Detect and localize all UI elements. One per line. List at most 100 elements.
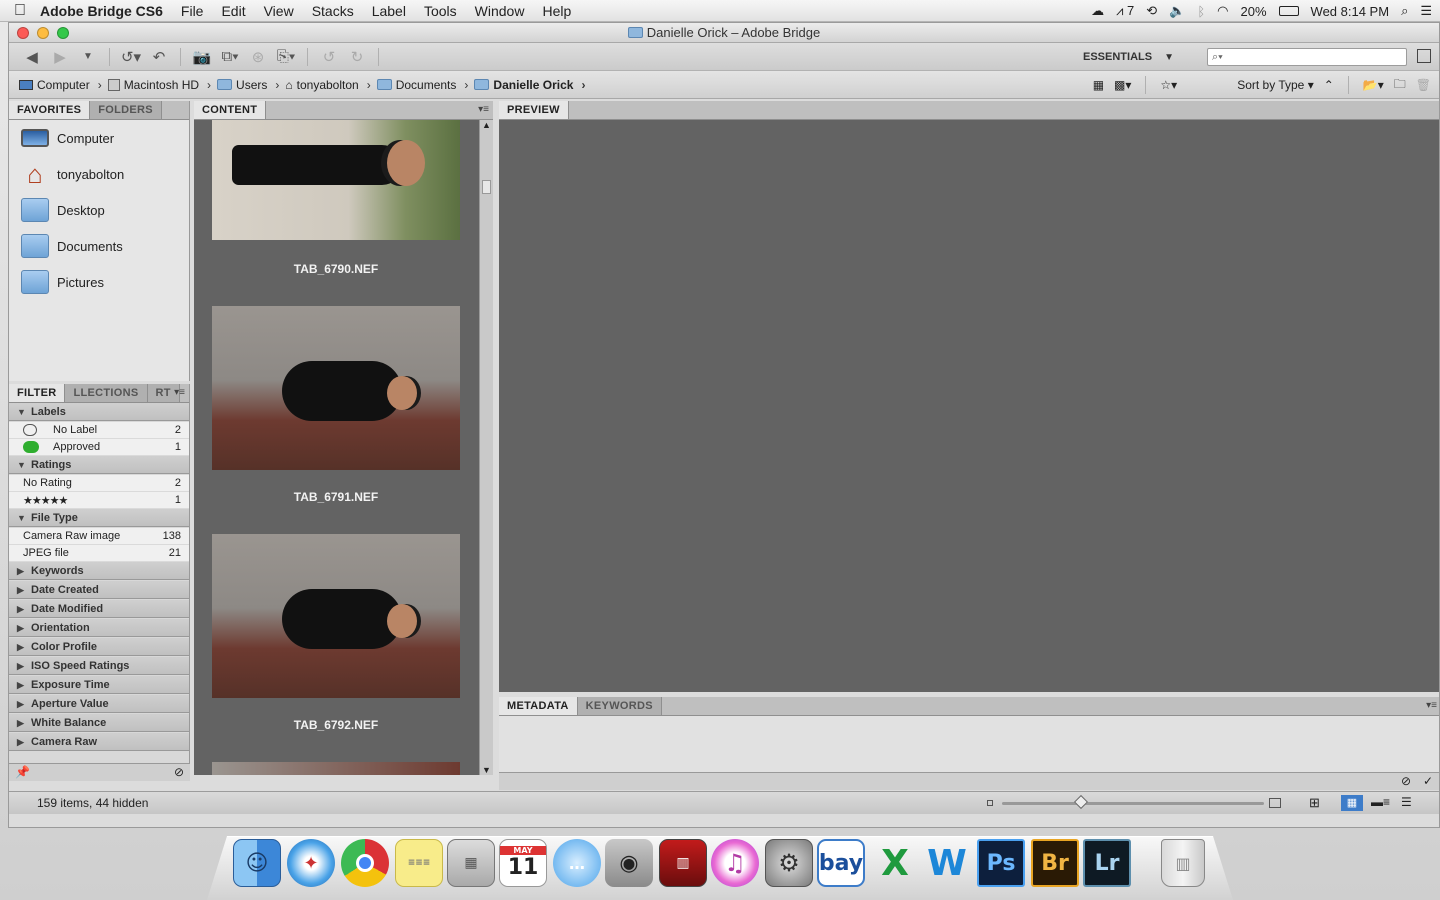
thumbnail-size-slider[interactable] bbox=[1002, 794, 1264, 810]
tab-collections[interactable]: LLECTIONS bbox=[65, 384, 148, 402]
zoom-window-button[interactable] bbox=[57, 27, 69, 39]
thumbnail-filename[interactable]: TAB_6790.NEF bbox=[212, 262, 460, 276]
itunes-icon[interactable]: ♫ bbox=[711, 839, 759, 887]
rotate-right-icon[interactable]: ↻ bbox=[346, 47, 368, 67]
battery-percent[interactable]: 20% bbox=[1241, 4, 1267, 19]
wifi-icon[interactable]: ◠ bbox=[1217, 3, 1228, 19]
filter-row[interactable]: JPEG file 21 bbox=[9, 545, 189, 562]
filter-group-orientation[interactable]: ▶ Orientation bbox=[9, 619, 189, 637]
chevron-right-icon[interactable]: › bbox=[98, 78, 102, 92]
scroll-up-icon[interactable]: ▲ bbox=[482, 120, 491, 130]
crumb-tonyabolton[interactable]: ⌂ tonyabolton › bbox=[285, 78, 370, 92]
trash-icon[interactable]: ▥ bbox=[1161, 839, 1205, 887]
crumb-macintosh-hd[interactable]: Macintosh HD › bbox=[107, 78, 211, 92]
back-arrow-icon[interactable]: ◀ bbox=[21, 47, 43, 67]
panel-menu-icon[interactable]: ▾≡ bbox=[1426, 700, 1437, 711]
bluetooth-icon[interactable]: ᛒ bbox=[1197, 4, 1205, 19]
filter-row[interactable]: No Rating 2 bbox=[9, 475, 189, 492]
delete-icon[interactable]: 🗑 bbox=[1416, 78, 1431, 92]
volume-icon[interactable]: 🔈 bbox=[1169, 3, 1185, 19]
thumbnail-image[interactable] bbox=[212, 762, 460, 775]
sort-ascending-icon[interactable]: ⌃ bbox=[1324, 78, 1334, 92]
minimize-window-button[interactable] bbox=[37, 27, 49, 39]
filter-group-labels[interactable]: ▼ Labels bbox=[9, 403, 189, 421]
small-thumbnail-icon[interactable] bbox=[987, 800, 993, 806]
search-input[interactable]: ⌕▾ bbox=[1207, 48, 1407, 66]
apple-menu-icon[interactable]:  bbox=[0, 2, 40, 20]
filter-group-file-type[interactable]: ▼ File Type bbox=[9, 509, 189, 527]
rotate-left-icon[interactable]: ↺ bbox=[318, 47, 340, 67]
tab-filter[interactable]: FILTER bbox=[9, 384, 66, 402]
tab-content[interactable]: CONTENT bbox=[194, 101, 267, 119]
forward-arrow-icon[interactable]: ▶ bbox=[49, 47, 71, 67]
chevron-right-icon[interactable]: › bbox=[207, 78, 211, 92]
compact-mode-icon[interactable] bbox=[1417, 49, 1431, 63]
thumbnail-item[interactable]: TAB_6791.NEF bbox=[212, 306, 460, 504]
menu-file[interactable]: File bbox=[181, 3, 204, 19]
panel-menu-icon[interactable]: ▾≡ bbox=[478, 104, 489, 115]
filter-items-icon[interactable]: ▩▾ bbox=[1114, 78, 1131, 92]
tab-favorites[interactable]: FAVORITES bbox=[9, 101, 91, 119]
ebay-icon[interactable]: bay bbox=[817, 839, 865, 887]
tab-preview[interactable]: PREVIEW bbox=[499, 101, 569, 119]
menu-tools[interactable]: Tools bbox=[424, 3, 457, 19]
calendar-icon[interactable]: MAY 11 bbox=[499, 839, 547, 887]
filter-row[interactable]: No Label 2 bbox=[9, 422, 189, 439]
photobooth-icon[interactable]: ▥ bbox=[659, 839, 707, 887]
return-to-photoshop-icon[interactable]: ↶ bbox=[148, 47, 170, 67]
filter-group-aperture[interactable]: ▶ Aperture Value bbox=[9, 695, 189, 713]
filter-group-iso[interactable]: ▶ ISO Speed Ratings bbox=[9, 657, 189, 675]
scroll-down-icon[interactable]: ▼ bbox=[482, 765, 491, 775]
system-preferences-icon[interactable]: ⚙ bbox=[765, 839, 813, 887]
refine-icon[interactable]: ⧉▾ bbox=[219, 47, 241, 67]
clock[interactable]: Wed 8:14 PM bbox=[1311, 4, 1390, 19]
workspace-switcher[interactable]: ESSENTIALS ▼ bbox=[1083, 47, 1174, 67]
favorite-desktop[interactable]: Desktop bbox=[9, 192, 189, 228]
view-list-icon[interactable]: ☰ bbox=[1401, 795, 1412, 809]
filter-group-keywords[interactable]: ▶ Keywords bbox=[9, 562, 189, 580]
app-menu[interactable]: Adobe Bridge CS6 bbox=[40, 3, 163, 19]
close-window-button[interactable] bbox=[17, 27, 29, 39]
view-thumbnails-icon[interactable]: ▦ bbox=[1341, 795, 1363, 811]
apply-metadata-icon[interactable]: ✓ bbox=[1423, 774, 1433, 788]
pin-icon[interactable]: 📌 bbox=[15, 765, 30, 779]
filter-group-exposure[interactable]: ▶ Exposure Time bbox=[9, 676, 189, 694]
word-icon[interactable]: W bbox=[923, 839, 971, 887]
chevron-right-icon[interactable]: › bbox=[581, 78, 585, 92]
clear-filter-icon[interactable]: ⊘ bbox=[174, 765, 184, 779]
reveal-recent-file-icon[interactable]: ↺▾ bbox=[120, 47, 142, 67]
filter-group-color-profile[interactable]: ▶ Color Profile bbox=[9, 638, 189, 656]
favorite-pictures[interactable]: Pictures bbox=[9, 264, 189, 300]
workspace-dropdown-icon[interactable]: ▼ bbox=[1164, 52, 1174, 63]
menu-edit[interactable]: Edit bbox=[221, 3, 245, 19]
filter-row[interactable]: ★★★★★ 1 bbox=[9, 492, 189, 509]
output-icon[interactable]: ⎘▾ bbox=[275, 47, 297, 67]
sort-by-dropdown[interactable]: Sort by Type ▾ bbox=[1237, 78, 1314, 92]
menu-label[interactable]: Label bbox=[372, 3, 406, 19]
cancel-metadata-icon[interactable]: ⊘ bbox=[1401, 774, 1411, 788]
stickies-icon[interactable]: ≡≡≡ bbox=[395, 839, 443, 887]
crumb-computer[interactable]: Computer › bbox=[19, 78, 102, 92]
spotlight-icon[interactable]: ⌕ bbox=[1401, 3, 1408, 19]
calculator-icon[interactable]: ▦ bbox=[447, 839, 495, 887]
filter-group-date-created[interactable]: ▶ Date Created bbox=[9, 581, 189, 599]
filter-group-ratings[interactable]: ▼ Ratings bbox=[9, 456, 189, 474]
crumb-danielle-orick[interactable]: Danielle Orick › bbox=[474, 78, 585, 92]
creative-cloud-icon[interactable]: ☁ bbox=[1091, 3, 1104, 19]
facetime-icon[interactable]: ◉ bbox=[605, 839, 653, 887]
thumbnail-filename[interactable]: TAB_6792.NEF bbox=[212, 718, 460, 732]
thumbnail-image[interactable] bbox=[212, 120, 460, 240]
messages-icon[interactable]: … bbox=[553, 839, 601, 887]
menu-help[interactable]: Help bbox=[542, 3, 571, 19]
scroll-thumb[interactable] bbox=[482, 180, 491, 194]
adobe-updates-icon[interactable]: ⩘ 7 bbox=[1116, 3, 1134, 19]
quality-options-icon[interactable]: ▦ bbox=[1093, 78, 1104, 92]
thumbnail-item[interactable]: TAB_6792.NEF bbox=[212, 534, 460, 732]
slider-thumb[interactable] bbox=[1073, 794, 1088, 810]
menu-window[interactable]: Window bbox=[475, 3, 525, 19]
content-grid[interactable]: TAB_6790.NEF TAB_6791.NEF TAB_6792.NEF bbox=[194, 120, 479, 775]
finder-icon[interactable]: ☺ bbox=[233, 839, 281, 887]
panel-menu-icon[interactable]: ▾≡ bbox=[174, 387, 185, 398]
photoshop-icon[interactable]: Ps bbox=[977, 839, 1025, 887]
time-machine-icon[interactable]: ⟲ bbox=[1146, 3, 1157, 19]
